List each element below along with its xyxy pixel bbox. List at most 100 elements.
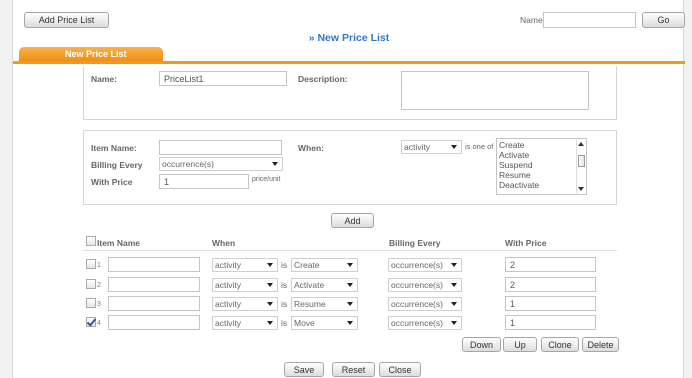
search-name-input[interactable] bbox=[543, 12, 636, 28]
table-row: 1 activity is Create occurrence(s) bbox=[83, 257, 617, 277]
delete-button[interactable]: Delete bbox=[582, 337, 619, 352]
with-price-input[interactable] bbox=[159, 174, 249, 189]
row-is-label: is bbox=[281, 280, 288, 290]
row-event-select[interactable]: Create bbox=[291, 258, 358, 272]
row-billing-select[interactable]: occurrence(s) bbox=[388, 278, 462, 292]
chevron-down-icon bbox=[451, 302, 457, 306]
row-number: 4 bbox=[97, 320, 101, 327]
row-checkbox[interactable] bbox=[86, 317, 96, 327]
chevron-down-icon bbox=[451, 321, 457, 325]
chevron-down-icon bbox=[267, 263, 273, 267]
row-is-label: is bbox=[281, 318, 288, 328]
item-panel: Item Name: Billing Every occurrence(s) W… bbox=[83, 130, 617, 205]
name-label: Name: bbox=[91, 74, 117, 84]
row-when-select[interactable]: activity bbox=[212, 258, 278, 272]
row-when-value: activity bbox=[215, 280, 241, 290]
header-billing-every: Billing Every bbox=[389, 238, 441, 248]
description-textarea[interactable] bbox=[401, 71, 589, 110]
row-price-input[interactable] bbox=[505, 296, 596, 311]
header-with-price: With Price bbox=[505, 238, 547, 248]
when-select[interactable]: activity bbox=[401, 140, 462, 154]
scroll-up-icon[interactable] bbox=[578, 142, 584, 146]
chevron-down-icon bbox=[347, 302, 353, 306]
row-event-value: Activate bbox=[294, 280, 325, 290]
description-label: Description: bbox=[298, 74, 348, 84]
row-billing-value: occurrence(s) bbox=[391, 318, 443, 328]
row-number: 3 bbox=[97, 301, 101, 308]
row-billing-value: occurrence(s) bbox=[391, 280, 443, 290]
row-price-input[interactable] bbox=[505, 277, 596, 292]
tab-new-price-list[interactable]: New Price List bbox=[19, 47, 163, 62]
items-table-header: Item Name When Billing Every With Price bbox=[83, 233, 617, 251]
row-item-name-input[interactable] bbox=[108, 257, 200, 272]
row-billing-select[interactable]: occurrence(s) bbox=[388, 297, 462, 311]
name-input[interactable] bbox=[159, 71, 287, 86]
scroll-down-icon[interactable] bbox=[578, 187, 584, 191]
row-when-select[interactable]: activity bbox=[212, 297, 278, 311]
move-down-button[interactable]: Down bbox=[462, 337, 501, 352]
price-unit-label: price/unit bbox=[252, 176, 281, 183]
chevron-down-icon bbox=[267, 302, 273, 306]
row-billing-select[interactable]: occurrence(s) bbox=[388, 316, 462, 330]
search-name-label: Name: bbox=[520, 15, 546, 25]
chevron-down-icon bbox=[267, 283, 273, 287]
activity-option[interactable]: Create bbox=[499, 140, 539, 150]
billing-every-value: occurrence(s) bbox=[162, 159, 214, 169]
is-one-of-label: is one of bbox=[465, 142, 494, 151]
scroll-thumb[interactable] bbox=[578, 155, 585, 167]
row-checkbox[interactable] bbox=[86, 279, 96, 289]
when-label: When: bbox=[298, 143, 324, 153]
row-checkbox[interactable] bbox=[86, 259, 96, 269]
save-button[interactable]: Save bbox=[284, 362, 324, 377]
add-item-button[interactable]: Add bbox=[331, 213, 374, 228]
row-item-name-input[interactable] bbox=[108, 296, 200, 311]
row-when-value: activity bbox=[215, 260, 241, 270]
item-name-input[interactable] bbox=[159, 140, 282, 155]
go-button[interactable]: Go bbox=[642, 12, 685, 28]
row-event-select[interactable]: Activate bbox=[291, 278, 358, 292]
table-row: 2 activity is Activate occurrence(s) bbox=[83, 277, 617, 297]
table-row: 4 activity is Move occurrence(s) bbox=[83, 315, 617, 335]
activity-option[interactable]: Activate bbox=[499, 150, 539, 160]
reset-button[interactable]: Reset bbox=[332, 362, 375, 377]
activity-option[interactable]: Resume bbox=[499, 170, 539, 180]
page-frame: Add Price List Name: Go » New Price List… bbox=[12, 0, 685, 378]
chevron-down-icon bbox=[451, 145, 457, 149]
activity-option[interactable]: Deactivate bbox=[499, 180, 539, 190]
item-name-label: Item Name: bbox=[91, 143, 137, 153]
row-event-select[interactable]: Resume bbox=[291, 297, 358, 311]
row-number: 2 bbox=[97, 282, 101, 289]
chevron-down-icon bbox=[267, 321, 273, 325]
row-is-label: is bbox=[281, 260, 288, 270]
add-price-list-button[interactable]: Add Price List bbox=[24, 12, 109, 28]
row-billing-value: occurrence(s) bbox=[391, 260, 443, 270]
row-when-select[interactable]: activity bbox=[212, 278, 278, 292]
row-event-select[interactable]: Move bbox=[291, 316, 358, 330]
move-up-button[interactable]: Up bbox=[503, 337, 537, 352]
clone-button[interactable]: Clone bbox=[541, 337, 579, 352]
row-price-input[interactable] bbox=[505, 315, 596, 330]
select-all-checkbox[interactable] bbox=[86, 236, 96, 246]
row-when-value: activity bbox=[215, 299, 241, 309]
chevron-down-icon bbox=[347, 263, 353, 267]
with-price-label: With Price bbox=[91, 177, 133, 187]
activity-option-list: Create Activate Suspend Resume Deactivat… bbox=[499, 140, 539, 190]
row-item-name-input[interactable] bbox=[108, 277, 200, 292]
activity-scrollbar[interactable] bbox=[576, 140, 585, 193]
billing-every-label: Billing Every bbox=[91, 160, 143, 170]
row-billing-value: occurrence(s) bbox=[391, 299, 443, 309]
chevron-down-icon bbox=[347, 283, 353, 287]
row-checkbox[interactable] bbox=[86, 298, 96, 308]
activity-listbox[interactable]: Create Activate Suspend Resume Deactivat… bbox=[496, 138, 587, 195]
row-price-input[interactable] bbox=[505, 257, 596, 272]
row-item-name-input[interactable] bbox=[108, 315, 200, 330]
chevron-down-icon bbox=[451, 263, 457, 267]
row-billing-select[interactable]: occurrence(s) bbox=[388, 258, 462, 272]
billing-every-select[interactable]: occurrence(s) bbox=[159, 157, 283, 171]
close-button[interactable]: Close bbox=[379, 362, 421, 377]
chevron-down-icon bbox=[272, 162, 278, 166]
row-event-value: Create bbox=[294, 260, 320, 270]
header-item-name: Item Name bbox=[97, 238, 140, 248]
activity-option[interactable]: Suspend bbox=[499, 160, 539, 170]
row-when-select[interactable]: activity bbox=[212, 316, 278, 330]
